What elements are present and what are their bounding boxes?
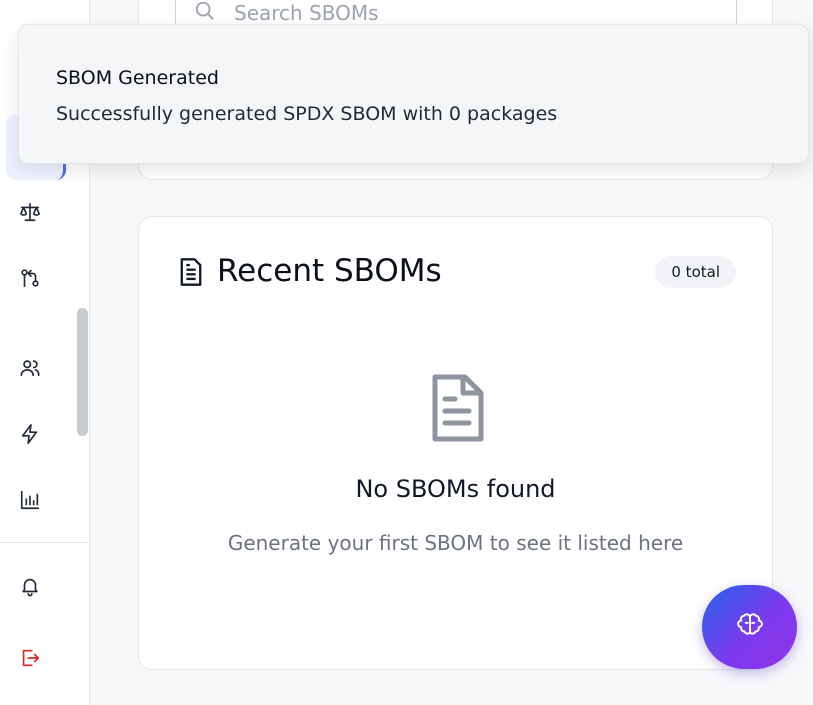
recent-sboms-card: Recent SBOMs 0 total No SBOMs found Gene… <box>138 216 773 670</box>
notifications-button[interactable] <box>18 576 42 600</box>
recent-sboms-title: Recent SBOMs <box>217 253 442 289</box>
ai-assistant-button[interactable] <box>702 585 797 669</box>
bar-chart-icon <box>19 489 41 515</box>
toast-message: Successfully generated SPDX SBOM with 0 … <box>56 103 558 125</box>
search-input[interactable] <box>234 1 714 25</box>
git-compare-icon <box>19 267 41 293</box>
logout-icon <box>19 647 41 673</box>
users-icon <box>19 357 41 383</box>
scale-icon <box>19 201 41 227</box>
brain-icon <box>736 612 763 642</box>
sidebar-item-policies[interactable] <box>18 202 42 226</box>
toast-notification[interactable]: SBOM Generated Successfully generated SP… <box>18 24 809 164</box>
zap-icon <box>19 423 41 449</box>
sidebar-item-users[interactable] <box>18 358 42 382</box>
sidebar-scrollbar[interactable] <box>77 308 88 436</box>
sidebar-divider <box>0 542 90 543</box>
search-icon <box>194 0 216 26</box>
sidebar-item-automation[interactable] <box>18 424 42 448</box>
toast-title: SBOM Generated <box>56 67 219 89</box>
total-count-badge: 0 total <box>655 256 736 288</box>
sidebar-item-analytics[interactable] <box>18 490 42 514</box>
sidebar-item-compare[interactable] <box>18 268 42 292</box>
empty-state-title: No SBOMs found <box>355 475 556 503</box>
file-text-icon <box>177 257 205 287</box>
bell-icon <box>19 575 41 601</box>
empty-state-subtitle: Generate your first SBOM to see it liste… <box>227 531 684 555</box>
logout-button[interactable] <box>18 648 42 672</box>
empty-file-icon <box>427 373 487 443</box>
